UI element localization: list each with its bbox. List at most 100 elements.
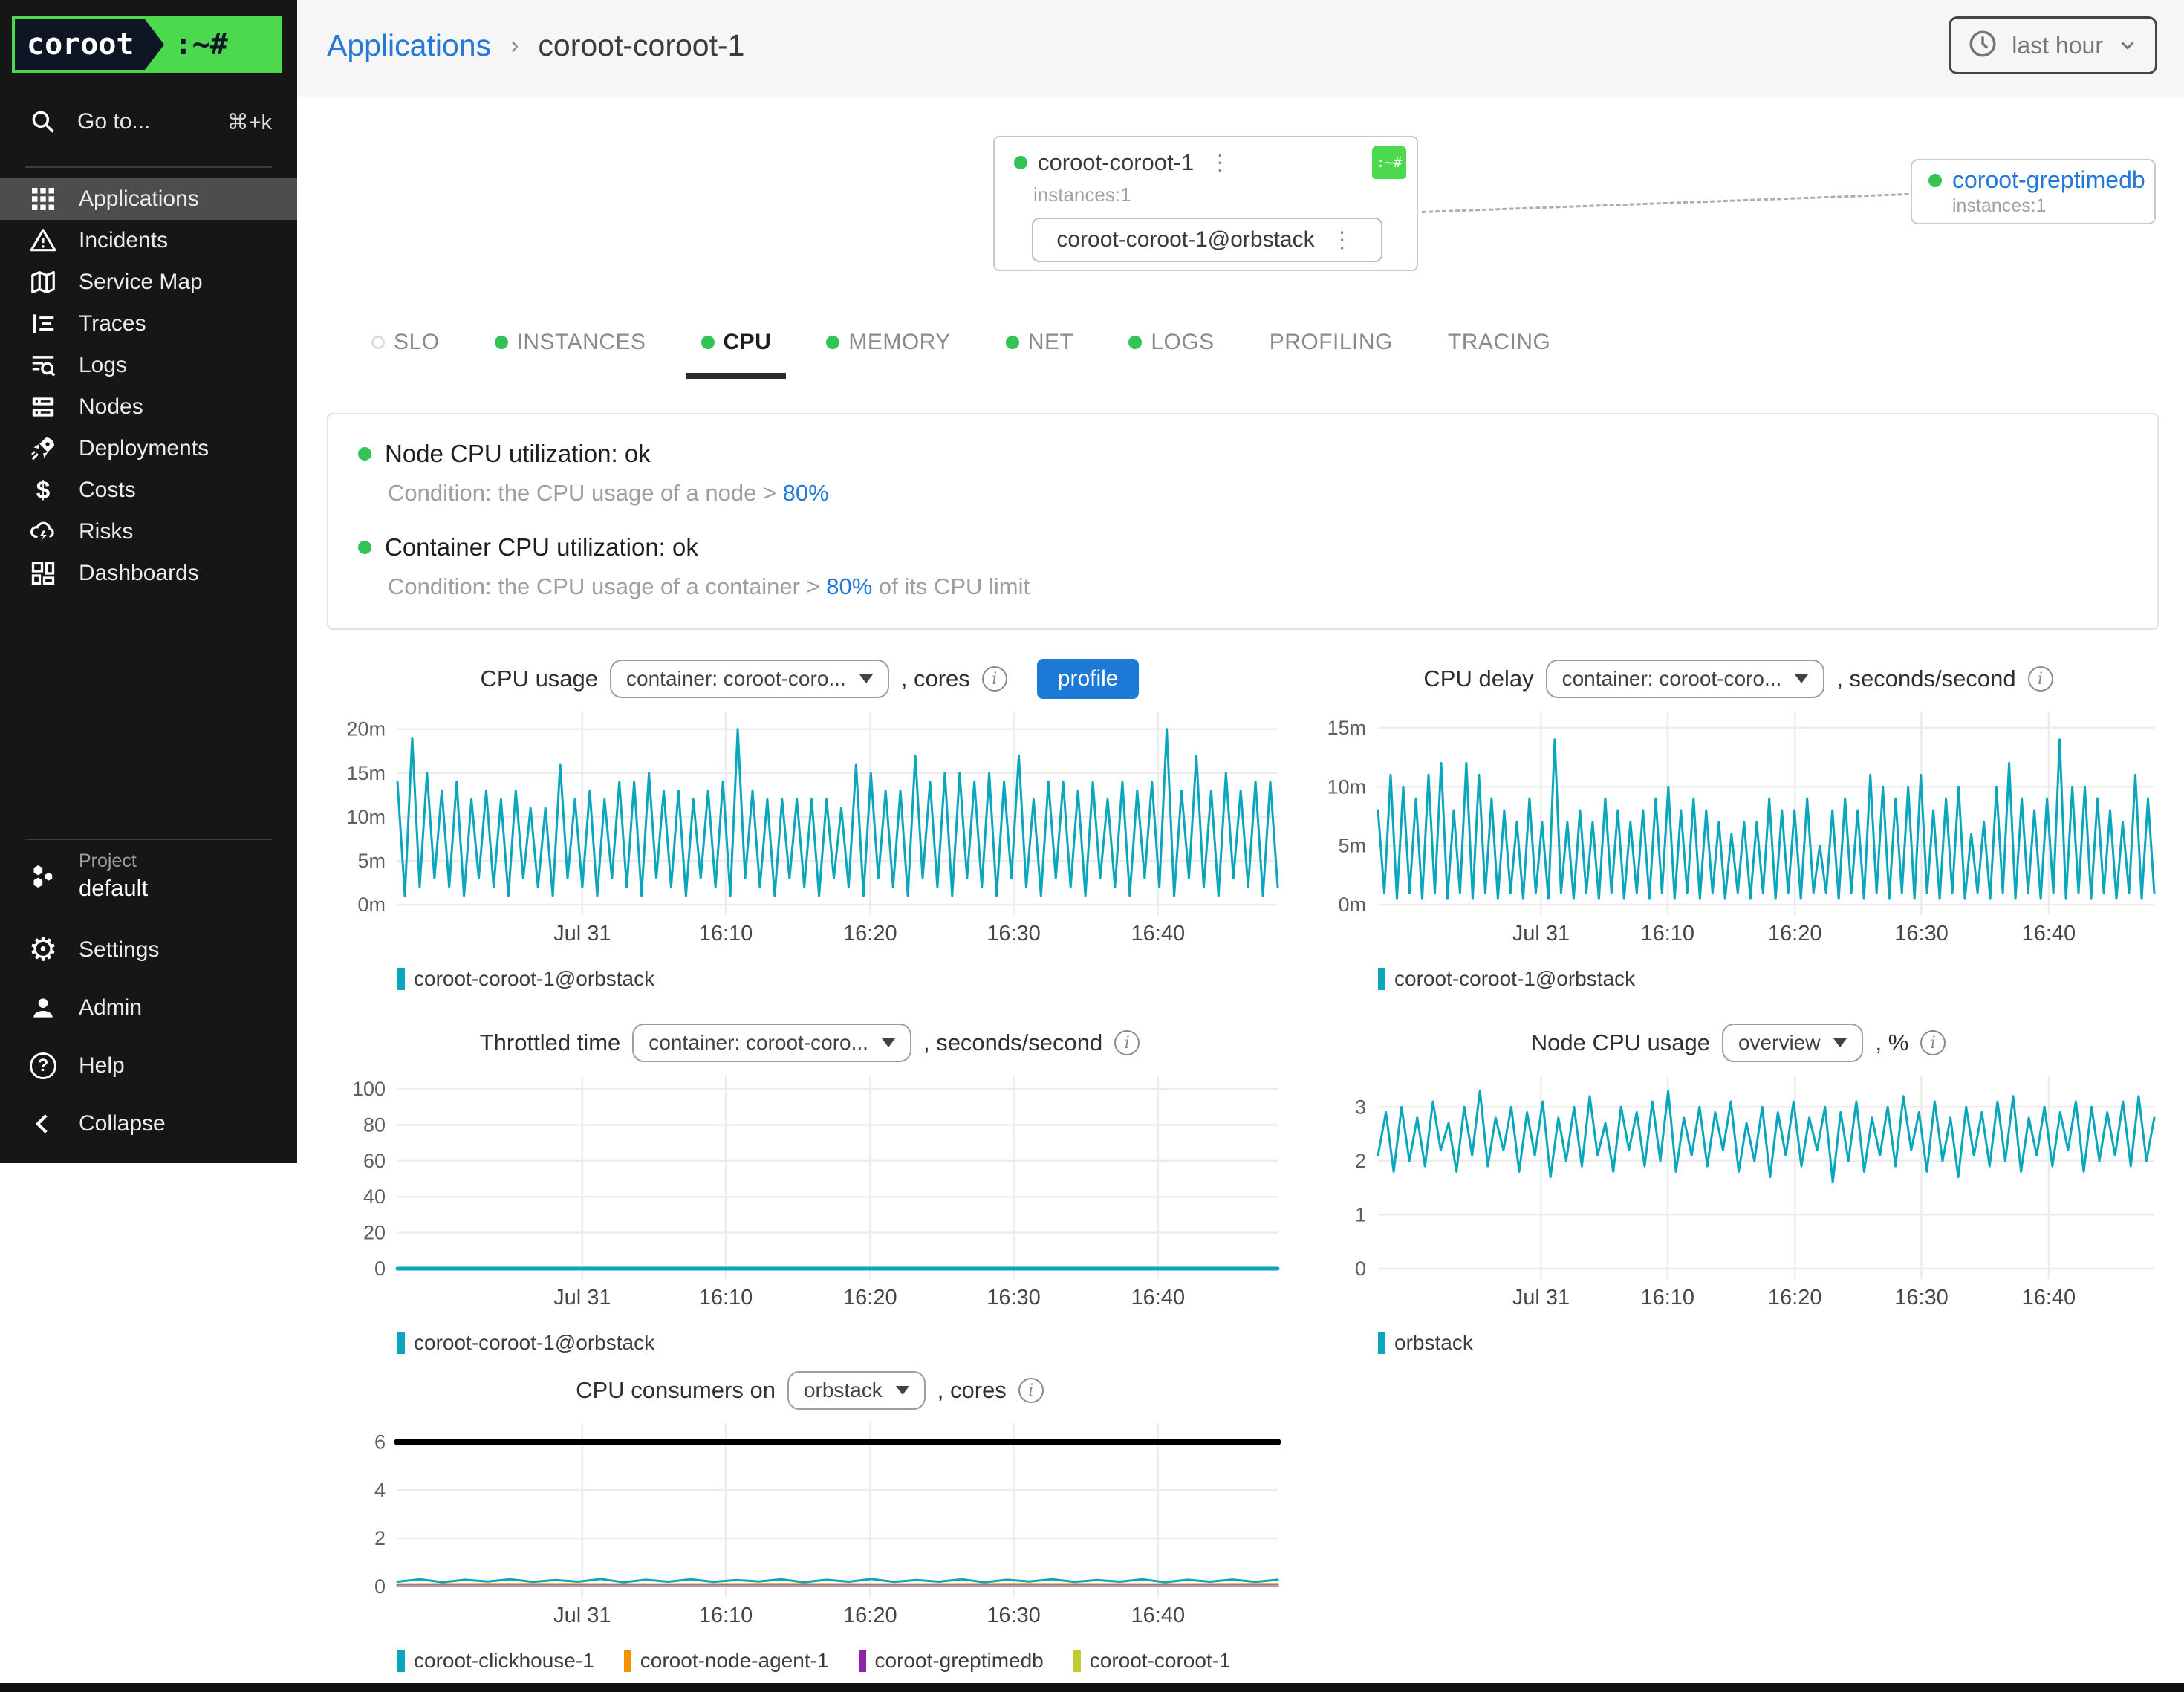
app-card-coroot-greptimedb: coroot-greptimedb instances:1 [1911, 159, 2156, 224]
chart-throttled-time: Throttled time container: coroot-coro...… [327, 1019, 1293, 1355]
project-switcher[interactable]: Project default [0, 850, 297, 902]
svg-text:10m: 10m [1327, 775, 1366, 798]
hexagons-icon [27, 860, 59, 893]
sidebar-item-traces[interactable]: Traces [0, 303, 297, 345]
check-node-cpu: Node CPU utilization: ok Condition: the … [358, 440, 2128, 507]
status-dot-green [1006, 336, 1019, 349]
sidebar-item-deployments[interactable]: Deployments [0, 428, 297, 469]
tab-memory[interactable]: MEMORY [811, 312, 965, 379]
sidebar-item-logs[interactable]: Logs [0, 345, 297, 386]
cpu-consumers-selector[interactable]: orbstack [787, 1371, 926, 1410]
tab-cpu[interactable]: CPU [686, 312, 787, 379]
legend-item[interactable]: coroot-coroot-1@orbstack [397, 967, 654, 991]
svg-text:16:40: 16:40 [1131, 1604, 1186, 1627]
svg-text:15m: 15m [1327, 717, 1366, 739]
breadcrumb: Applications › coroot-coroot-1 [327, 28, 744, 63]
chart-svg: 020406080100Jul 3116:1016:2016:3016:40 [327, 1067, 1293, 1312]
sidebar-item-service-map[interactable]: Service Map [0, 261, 297, 303]
chevron-down-icon [2116, 34, 2139, 56]
coroot-logo-text: coroot [15, 19, 145, 70]
tab-tracing[interactable]: TRACING [1433, 312, 1566, 379]
sidebar-collapse-button[interactable]: Collapse [0, 1095, 297, 1153]
check-threshold-link[interactable]: 80% [783, 480, 829, 506]
cpu-usage-selector[interactable]: container: coroot-coro... [610, 660, 889, 698]
instance-chip[interactable]: coroot-coroot-1@orbstack ⋮ [1032, 218, 1382, 262]
legend-item[interactable]: coroot-clickhouse-1 [397, 1649, 594, 1673]
status-dot [1014, 156, 1027, 169]
sidebar-item-settings[interactable]: ⚙ Settings [0, 921, 297, 979]
tab-instances[interactable]: INSTANCES [480, 312, 661, 379]
coroot-logo[interactable]: coroot :~# [12, 16, 282, 73]
info-icon[interactable]: i [982, 666, 1007, 692]
profile-button[interactable]: profile [1037, 659, 1140, 699]
chart-title: CPU delay [1423, 666, 1533, 692]
peer-app-link[interactable]: coroot-greptimedb [1928, 166, 2154, 194]
selector-value: container: coroot-coro... [626, 667, 846, 691]
info-icon[interactable]: i [1920, 1030, 1946, 1055]
peer-app-title: coroot-greptimedb [1952, 166, 2145, 194]
legend-item[interactable]: coroot-coroot-1@orbstack [1378, 967, 1635, 991]
svg-text:40: 40 [363, 1185, 386, 1208]
chevron-right-icon: › [510, 31, 519, 60]
status-dot [358, 447, 371, 461]
legend-label: orbstack [1394, 1331, 1473, 1355]
sidebar-item-label: Incidents [79, 228, 168, 253]
legend-label: coroot-node-agent-1 [640, 1649, 829, 1673]
sidebar-item-dashboards[interactable]: Dashboards [0, 553, 297, 594]
svg-text:16:30: 16:30 [987, 1604, 1041, 1627]
app-badge: :~# [1372, 146, 1406, 179]
legend-item[interactable]: coroot-coroot-1 [1073, 1649, 1231, 1673]
dashboards-icon [27, 557, 59, 590]
sidebar-item-admin[interactable]: Admin [0, 979, 297, 1037]
kebab-menu-icon[interactable]: ⋮ [1327, 227, 1358, 253]
chart-unit: , cores [901, 666, 970, 692]
svg-text:16:20: 16:20 [1768, 1286, 1822, 1309]
svg-text:$: $ [36, 477, 51, 504]
info-icon[interactable]: i [2028, 666, 2053, 692]
breadcrumb-applications-link[interactable]: Applications [327, 28, 491, 63]
sidebar-item-help[interactable]: ? Help [0, 1037, 297, 1095]
legend-item[interactable]: coroot-node-agent-1 [624, 1649, 829, 1673]
svg-text:2: 2 [1355, 1150, 1366, 1172]
goto-search[interactable]: Go to... ⌘+k [0, 80, 297, 160]
legend-swatch [859, 1650, 866, 1672]
svg-text:16:10: 16:10 [699, 1604, 753, 1627]
sidebar-item-costs[interactable]: $ Costs [0, 469, 297, 511]
status-dot-green [1128, 336, 1142, 349]
info-icon[interactable]: i [1114, 1030, 1140, 1055]
legend-label: coroot-coroot-1 [1090, 1649, 1231, 1673]
sidebar-item-label: Help [79, 1053, 125, 1078]
sidebar-item-incidents[interactable]: Incidents [0, 220, 297, 261]
legend-item[interactable]: coroot-coroot-1@orbstack [397, 1331, 654, 1355]
svg-text:20: 20 [363, 1222, 386, 1244]
goto-label: Go to... [77, 109, 209, 134]
svg-text:Jul 31: Jul 31 [553, 922, 611, 946]
tab-profiling[interactable]: PROFILING [1255, 312, 1408, 379]
cpu-usage-plot: 0m5m10m15m20mJul 3116:1016:2016:3016:40 [327, 703, 1293, 948]
sidebar-item-applications[interactable]: Applications [0, 178, 297, 220]
tab-label: INSTANCES [517, 330, 646, 355]
kebab-menu-icon[interactable]: ⋮ [1204, 150, 1235, 176]
legend-label: coroot-coroot-1@orbstack [414, 1331, 654, 1355]
legend-item[interactable]: coroot-greptimedb [859, 1649, 1044, 1673]
node-cpu-selector[interactable]: overview [1722, 1024, 1863, 1062]
info-icon[interactable]: i [1018, 1378, 1044, 1403]
tab-logs[interactable]: LOGS [1114, 312, 1229, 379]
tab-net[interactable]: NET [991, 312, 1089, 379]
check-threshold-link[interactable]: 80% [826, 573, 872, 599]
sidebar-item-risks[interactable]: Risks [0, 511, 297, 553]
legend-item[interactable]: orbstack [1378, 1331, 1473, 1355]
svg-text:1: 1 [1355, 1203, 1366, 1226]
time-range-picker[interactable]: last hour [1949, 16, 2157, 74]
chart-title: Node CPU usage [1531, 1029, 1710, 1056]
cpu-delay-selector[interactable]: container: coroot-coro... [1546, 660, 1825, 698]
sidebar-item-label: Service Map [79, 270, 203, 295]
question-icon: ? [27, 1050, 59, 1082]
status-dot-green [826, 336, 839, 349]
legend-swatch [397, 1332, 405, 1354]
throttled-time-selector[interactable]: container: coroot-coro... [632, 1024, 911, 1062]
tab-slo[interactable]: SLO [357, 312, 455, 379]
svg-text:5m: 5m [1338, 835, 1366, 857]
sidebar-item-nodes[interactable]: Nodes [0, 386, 297, 428]
chart-cpu-delay: CPU delay container: coroot-coro... , se… [1307, 655, 2169, 991]
